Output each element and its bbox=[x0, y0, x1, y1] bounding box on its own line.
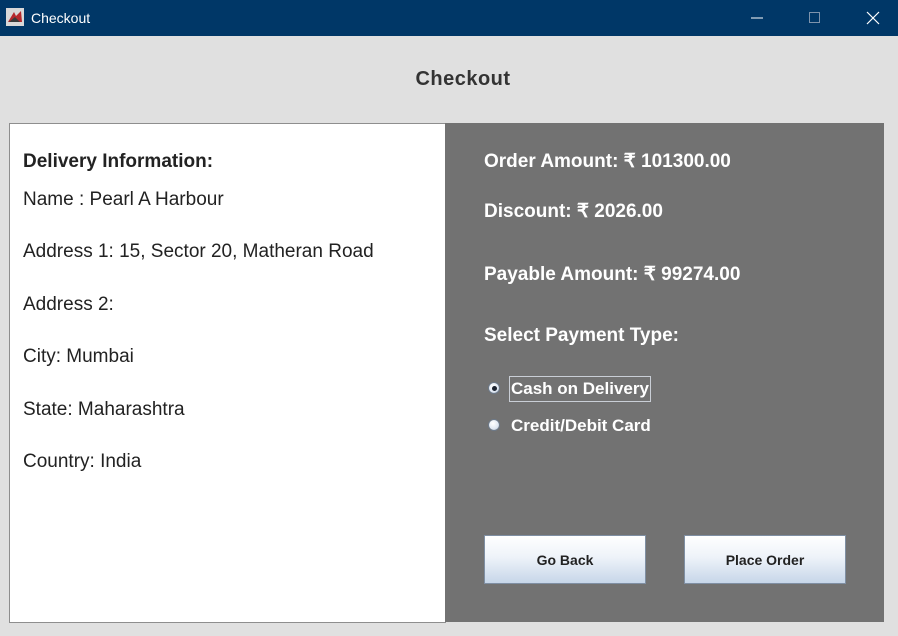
discount-amount: Discount: ₹ 2026.00 bbox=[484, 201, 663, 222]
maximize-button[interactable] bbox=[786, 0, 844, 36]
title-bar: Checkout bbox=[0, 0, 898, 36]
delivery-country: Country: India bbox=[23, 451, 142, 472]
radio-unselected-icon[interactable] bbox=[488, 419, 500, 431]
radio-selected-icon[interactable] bbox=[488, 382, 500, 394]
page-title: Checkout bbox=[415, 68, 511, 90]
maximize-icon bbox=[809, 12, 820, 23]
delivery-city: City: Mumbai bbox=[23, 346, 134, 367]
order-amount: Order Amount: ₹ 101300.00 bbox=[484, 151, 731, 172]
minimize-button[interactable] bbox=[728, 0, 786, 36]
radio-label[interactable]: Credit/Debit Card bbox=[510, 414, 652, 438]
place-order-button[interactable]: Place Order bbox=[684, 535, 846, 584]
delivery-name: Name : Pearl A Harbour bbox=[23, 189, 224, 210]
payment-type-heading: Select Payment Type: bbox=[484, 325, 680, 346]
close-icon bbox=[866, 11, 880, 25]
close-button[interactable] bbox=[844, 0, 898, 36]
delivery-address1: Address 1: 15, Sector 20, Matheran Road bbox=[23, 241, 374, 262]
order-summary-panel: Order Amount: ₹ 101300.00 Discount: ₹ 20… bbox=[445, 123, 884, 622]
java-app-icon bbox=[6, 8, 24, 26]
go-back-button[interactable]: Go Back bbox=[484, 535, 646, 584]
delivery-info-panel: Delivery Information: Name : Pearl A Har… bbox=[9, 123, 446, 623]
radio-label[interactable]: Cash on Delivery bbox=[509, 376, 651, 402]
payable-amount: Payable Amount: ₹ 99274.00 bbox=[484, 264, 741, 285]
delivery-state: State: Maharashtra bbox=[23, 399, 185, 420]
minimize-icon bbox=[751, 17, 763, 19]
delivery-heading: Delivery Information: bbox=[23, 151, 214, 172]
window-title: Checkout bbox=[31, 10, 91, 26]
delivery-address2: Address 2: bbox=[23, 294, 114, 315]
